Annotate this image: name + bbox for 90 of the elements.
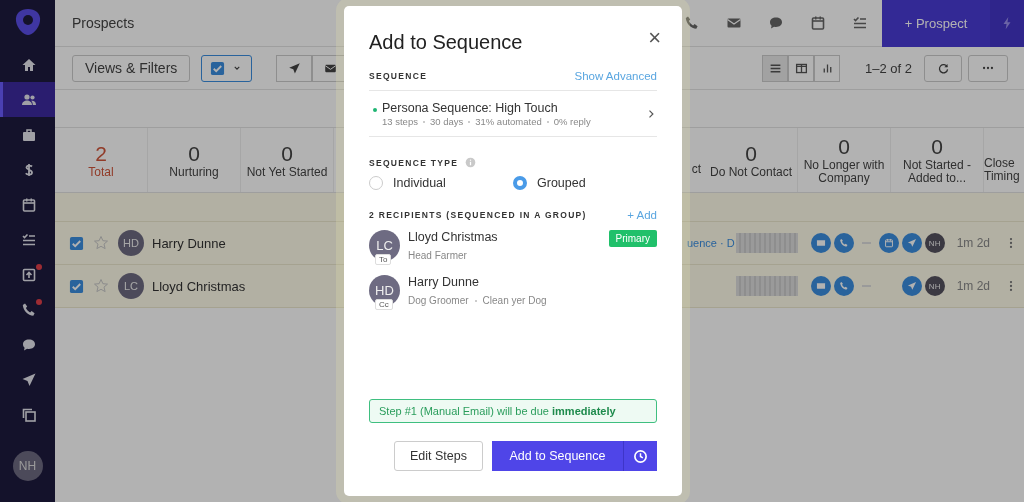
role-tag: To: [375, 254, 392, 265]
tasks-icon: [21, 231, 37, 248]
briefcase-icon: [21, 126, 37, 143]
call-icon[interactable]: [833, 276, 854, 296]
prospect-avatar: LC: [118, 273, 144, 299]
page-title: Prospects: [72, 15, 135, 31]
chat-icon[interactable]: [768, 15, 784, 31]
sequence-stat: 13 steps: [382, 116, 418, 127]
checkbox-icon[interactable]: [69, 235, 84, 251]
send-button[interactable]: [276, 54, 313, 82]
redacted-bar: [735, 276, 798, 296]
view-toggle[interactable]: [788, 54, 814, 82]
primary-badge: Primary: [608, 230, 657, 247]
dialog-title: Add to Sequence: [369, 31, 523, 54]
section-label: SEQUENCE: [369, 71, 428, 81]
sequence-stat: 31% automated: [463, 116, 542, 127]
recipient-detail: Clean yer Dog: [468, 295, 547, 306]
checkbox-icon[interactable]: [69, 278, 84, 294]
meeting-icon[interactable]: [878, 233, 899, 253]
status-filter[interactable]: 0 No Longer with Company: [798, 128, 891, 192]
sequence-stat: 0% reply: [541, 116, 591, 127]
role-tag: Cc: [375, 299, 393, 310]
pagination-range: 1–2 of 2: [865, 60, 912, 76]
email-icon[interactable]: [810, 233, 831, 253]
new-prospect-button[interactable]: + Prospect: [882, 0, 990, 47]
owner-avatar: NH: [924, 276, 945, 296]
edit-steps-button[interactable]: Edit Steps: [394, 441, 483, 471]
send-icon[interactable]: [901, 233, 922, 253]
view-toggle[interactable]: [762, 54, 788, 82]
paper-plane-icon: [906, 238, 917, 248]
send-icon[interactable]: [901, 276, 922, 296]
star-icon[interactable]: [93, 235, 109, 251]
envelope-icon: [815, 281, 826, 291]
section-label: 2 RECIPIENTS (SEQUENCED IN A GROUP): [369, 210, 587, 220]
due-notice: Step #1 (Manual Email) will be due immediately: [369, 399, 657, 423]
copy-icon: [21, 406, 37, 423]
refresh-icon: [936, 61, 950, 75]
phone-icon[interactable]: [684, 15, 700, 31]
call-icon[interactable]: [833, 233, 854, 253]
sequence-selector[interactable]: Persona Sequence: High Touch 13 steps 30 days 31% automated 0% reply: [369, 91, 657, 137]
status-filter[interactable]: Close Timing: [984, 128, 1024, 192]
close-button[interactable]: ×: [648, 27, 661, 49]
recipient-detail: Head Farmer: [408, 250, 467, 261]
prospect-name[interactable]: Harry Dunne: [152, 235, 226, 251]
views-filters-button[interactable]: Views & Filters: [72, 54, 191, 82]
redacted-bar: [735, 233, 798, 253]
prospect-avatar: HD: [118, 230, 144, 256]
send-icon: [287, 61, 301, 75]
last-contact: 1m 2d: [956, 236, 990, 250]
envelope-icon: [815, 238, 826, 248]
recipient-name: Lloyd Christmas: [408, 230, 498, 244]
send-icon: [21, 371, 37, 388]
paper-plane-icon: [906, 281, 917, 291]
status-filter[interactable]: ct: [687, 128, 705, 192]
view-toggle[interactable]: [814, 54, 840, 82]
radio-label[interactable]: Individual: [393, 176, 446, 190]
columns-icon: [794, 61, 808, 75]
tasks-icon[interactable]: [852, 15, 868, 31]
calendar-icon[interactable]: [810, 15, 826, 31]
inbox-icon: [21, 266, 37, 283]
refresh-button[interactable]: [924, 54, 962, 82]
status-filter[interactable]: 0 Not Yet Started: [241, 128, 334, 192]
recipient-name: Harry Dunne: [408, 275, 480, 289]
email-icon[interactable]: [810, 276, 831, 296]
clock-icon: [633, 448, 648, 464]
prospect-name[interactable]: Lloyd Christmas: [152, 278, 246, 294]
phone-icon: [838, 238, 849, 248]
phone-icon: [21, 301, 37, 318]
section-label: SEQUENCE TYPE: [369, 157, 459, 168]
home-icon: [21, 56, 37, 73]
status-filter[interactable]: 2 Total: [55, 128, 148, 192]
status-filter[interactable]: 0 Not Started - Added to...: [891, 128, 984, 192]
sidebar-item[interactable]: [0, 82, 55, 117]
status-filter[interactable]: 0 Do Not Contact: [705, 128, 798, 192]
last-contact: 1m 2d: [956, 279, 990, 293]
status-filter[interactable]: 0 Nurturing: [148, 128, 241, 192]
radio-label[interactable]: Grouped: [537, 176, 586, 190]
calendar-icon: [21, 196, 37, 213]
radio-button[interactable]: [513, 176, 527, 190]
people-icon: [21, 91, 37, 108]
owner-avatar: NH: [924, 233, 945, 253]
recipient-detail: Dog Groomer: [408, 295, 469, 306]
phone-icon: [838, 281, 849, 291]
sequence-stat: 30 days: [417, 116, 464, 127]
calendar-icon: [883, 238, 894, 248]
sequence-name: Persona Sequence: High Touch: [382, 101, 559, 115]
info-icon: [465, 157, 477, 168]
radio-button[interactable]: [369, 176, 383, 190]
star-icon[interactable]: [93, 278, 109, 294]
select-dropdown[interactable]: [201, 54, 253, 82]
